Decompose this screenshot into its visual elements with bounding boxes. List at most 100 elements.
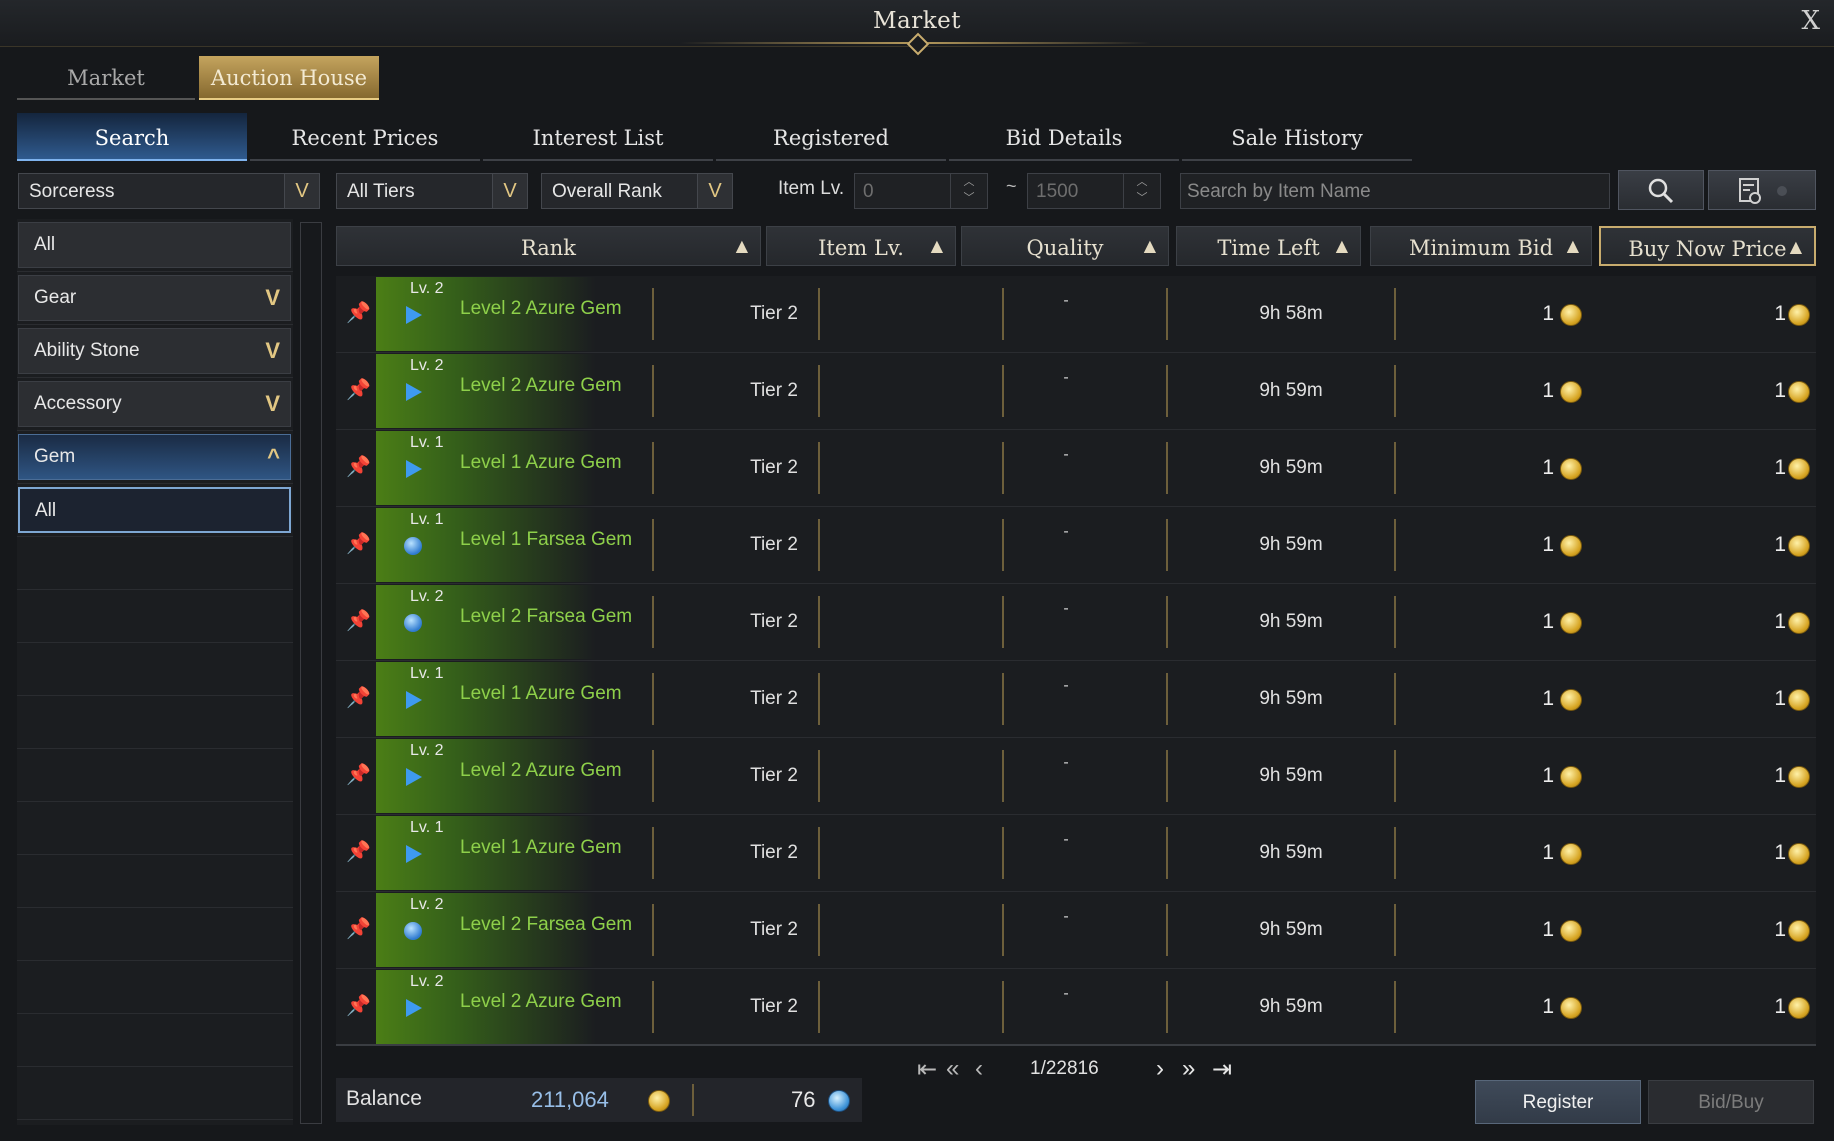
column-divider: [1166, 981, 1168, 1033]
column-header-buy-now-price[interactable]: Buy Now Price ▲: [1599, 226, 1816, 266]
tab-search[interactable]: Search: [17, 113, 247, 161]
pin-icon[interactable]: 📌: [346, 762, 371, 787]
saved-search-button[interactable]: [1708, 170, 1816, 210]
column-divider: [1002, 827, 1004, 879]
rank-dropdown[interactable]: Overall Rank V: [541, 173, 733, 209]
sidebar-subitem-gem-all[interactable]: All: [18, 487, 291, 533]
minimum-bid: 1: [1542, 995, 1554, 1018]
title-bar: Market X: [0, 0, 1834, 56]
class-dropdown[interactable]: Sorceress V: [18, 173, 320, 209]
table-row[interactable]: 📌 Lv. 2 Level 2 Azure Gem Tier 2 - 9h 58m 1 1: [336, 276, 1816, 353]
tab-auction-house[interactable]: Auction House: [199, 56, 379, 100]
pin-icon[interactable]: 📌: [346, 300, 371, 325]
class-dropdown-value: Sorceress: [29, 181, 115, 202]
pin-icon[interactable]: 📌: [346, 531, 371, 556]
tier-dropdown[interactable]: All Tiers V: [336, 173, 528, 209]
time-left: 9h 59m: [1259, 534, 1323, 555]
sidebar-item-label: All: [34, 234, 56, 255]
sidebar-item-gear[interactable]: Gear V: [18, 275, 291, 321]
search-button[interactable]: [1618, 170, 1704, 210]
item-level-tag: Lv. 2: [410, 357, 444, 374]
range-separator: ~: [1006, 176, 1017, 196]
pin-icon[interactable]: 📌: [346, 916, 371, 941]
column-header-item-level[interactable]: Item Lv. ▲: [766, 226, 956, 266]
sidebar-scrollbar[interactable]: [300, 222, 322, 1124]
item-level-tag: Lv. 2: [410, 973, 444, 990]
stepper-icon[interactable]: ︿ ﹀: [1123, 174, 1160, 208]
register-button[interactable]: Register: [1475, 1080, 1641, 1124]
balance-panel: Balance 211,064 76: [336, 1078, 862, 1122]
sort-ascending-icon: ▲: [1789, 237, 1802, 256]
next-page-button[interactable]: ›: [1156, 1055, 1164, 1083]
sidebar-item-accessory[interactable]: Accessory V: [18, 381, 291, 427]
column-divider: [818, 904, 820, 956]
time-left: 9h 59m: [1259, 996, 1323, 1017]
pin-icon[interactable]: 📌: [346, 685, 371, 710]
table-row[interactable]: 📌 Lv. 1 Level 1 Azure Gem Tier 2 - 9h 59m 1 1: [336, 430, 1816, 507]
last-page-button[interactable]: ⇥: [1212, 1055, 1232, 1084]
table-row[interactable]: 📌 Lv. 1 Level 1 Azure Gem Tier 2 - 9h 59m 1 1: [336, 661, 1816, 738]
tab-bid-details[interactable]: Bid Details: [949, 113, 1179, 161]
pin-icon[interactable]: 📌: [346, 839, 371, 864]
ornament-diamond-icon: [906, 32, 930, 56]
tab-market[interactable]: Market: [17, 56, 195, 100]
table-row[interactable]: 📌 Lv. 2 Level 2 Farsea Gem Tier 2 - 9h 59m 1 1: [336, 892, 1816, 969]
pin-icon[interactable]: 📌: [346, 993, 371, 1018]
pin-icon[interactable]: 📌: [346, 377, 371, 402]
table-row[interactable]: 📌 Lv. 1 Level 1 Farsea Gem Tier 2 - 9h 59m 1 1: [336, 507, 1816, 584]
next-ten-pages-button[interactable]: »: [1182, 1055, 1195, 1083]
item-quality: -: [1063, 600, 1069, 617]
first-page-button[interactable]: ⇤: [917, 1055, 937, 1084]
pin-icon[interactable]: 📌: [346, 608, 371, 633]
time-left: 9h 59m: [1259, 611, 1323, 632]
pin-icon[interactable]: 📌: [346, 454, 371, 479]
column-divider: [1394, 288, 1396, 340]
table-row[interactable]: 📌 Lv. 2 Level 2 Azure Gem Tier 2 - 9h 59m 1 1: [336, 353, 1816, 430]
search-input[interactable]: Search by Item Name: [1180, 173, 1610, 209]
item-level-min-input[interactable]: 0 ︿ ﹀: [854, 173, 988, 209]
stepper-icon[interactable]: ︿ ﹀: [950, 174, 987, 208]
sidebar-item-all[interactable]: All: [18, 222, 291, 268]
gold-coin-icon: [1788, 535, 1810, 557]
sidebar-item-ability-stone[interactable]: Ability Stone V: [18, 328, 291, 374]
gold-coin-icon: [1788, 612, 1810, 634]
table-row[interactable]: 📌 Lv. 2 Level 2 Azure Gem Tier 2 - 9h 59m 1 1: [336, 738, 1816, 815]
table-row[interactable]: 📌 Lv. 2 Level 2 Farsea Gem Tier 2 - 9h 59m 1 1: [336, 584, 1816, 661]
list-search-icon: [1739, 178, 1787, 204]
column-header-quality[interactable]: Quality ▲: [961, 226, 1169, 266]
gold-coin-icon: [1788, 381, 1810, 403]
gold-coin-icon: [1560, 458, 1582, 480]
sort-ascending-icon: ▲: [1566, 236, 1579, 255]
column-divider: [1002, 750, 1004, 802]
rank-dropdown-value: Overall Rank: [552, 181, 662, 202]
bid-buy-button[interactable]: Bid/Buy: [1648, 1080, 1814, 1124]
table-row[interactable]: 📌 Lv. 2 Level 2 Azure Gem Tier 2 - 9h 59m 1 1: [336, 969, 1816, 1046]
table-row[interactable]: 📌 Lv. 1 Level 1 Azure Gem Tier 2 - 9h 59m 1 1: [336, 815, 1816, 892]
column-header-label: Buy Now Price: [1628, 237, 1787, 261]
tab-interest-list[interactable]: Interest List: [483, 113, 713, 161]
column-divider: [818, 442, 820, 494]
column-header-time-left[interactable]: Time Left ▲: [1176, 226, 1361, 266]
gold-coin-icon: [1560, 535, 1582, 557]
azure-gem-icon: [406, 768, 422, 786]
gold-coin-icon: [1788, 920, 1810, 942]
tab-sale-history[interactable]: Sale History: [1182, 113, 1412, 161]
item-level-max-input[interactable]: 1500 ︿ ﹀: [1027, 173, 1161, 209]
close-button[interactable]: X: [1801, 6, 1820, 36]
item-level-tag: Lv. 1: [410, 665, 444, 682]
prev-page-button[interactable]: ‹: [975, 1055, 983, 1083]
buy-now-price: 1: [1774, 764, 1786, 787]
item-name: Level 1 Azure Gem: [460, 452, 622, 473]
gold-coin-icon: [1560, 304, 1582, 326]
tab-recent-prices[interactable]: Recent Prices: [250, 113, 480, 161]
tab-registered[interactable]: Registered: [716, 113, 946, 161]
item-level-tag: Lv. 2: [410, 742, 444, 759]
column-header-minimum-bid[interactable]: Minimum Bid ▲: [1370, 226, 1592, 266]
sidebar-item-label: All: [35, 500, 57, 521]
column-header-rank[interactable]: Rank ▲: [336, 226, 761, 266]
item-level-tag: Lv. 2: [410, 280, 444, 297]
prev-ten-pages-button[interactable]: «: [946, 1055, 959, 1083]
sidebar-item-gem[interactable]: Gem ^: [18, 434, 291, 480]
time-left: 9h 59m: [1259, 765, 1323, 786]
item-quality: -: [1063, 908, 1069, 925]
